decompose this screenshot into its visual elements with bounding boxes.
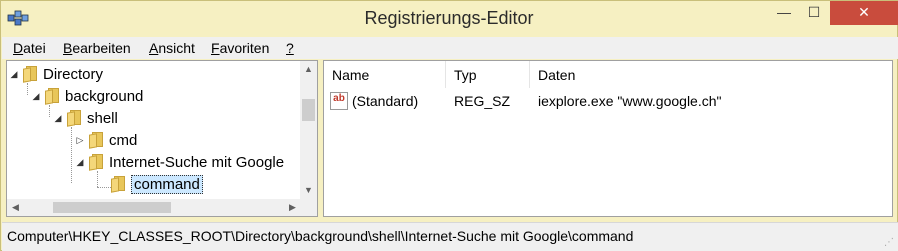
menu-label: earbeiten [72, 40, 131, 56]
tree-connector [97, 171, 98, 187]
close-button[interactable]: ✕ [830, 1, 898, 25]
collapse-arrow-icon[interactable]: ◢ [53, 113, 63, 124]
collapse-arrow-icon[interactable]: ◢ [9, 69, 19, 80]
tree-item-shell[interactable]: ◢ shell [53, 107, 118, 129]
menu-bearbeiten[interactable]: Bearbeiten [63, 40, 131, 56]
key-tree-pane[interactable]: ◢ Directory ◢ background ◢ shell ▷ cmd ◢… [6, 60, 318, 217]
title-bar[interactable]: Registrierungs-Editor — ☐ ✕ [1, 1, 898, 37]
status-path: Computer\HKEY_CLASSES_ROOT\Directory\bac… [7, 228, 634, 244]
tree-item-label: background [65, 87, 144, 105]
tree-item-label: command [131, 174, 203, 194]
folder-icon [111, 176, 125, 193]
menu-label: nsicht [158, 40, 195, 56]
menu-mnemonic: ? [286, 40, 294, 56]
tree-item-internet-suche[interactable]: ◢ Internet-Suche mit Google [75, 151, 284, 173]
menu-mnemonic: A [149, 40, 159, 56]
window-title: Registrierungs-Editor [364, 8, 534, 28]
scroll-left-icon[interactable]: ◀ [7, 199, 24, 216]
tree-horizontal-scrollbar[interactable]: ◀ ▶ [7, 199, 301, 216]
scroll-down-icon[interactable]: ▼ [300, 182, 317, 199]
tree-item-label: shell [87, 109, 118, 127]
maximize-button[interactable]: ☐ [799, 1, 829, 25]
tree-item-cmd[interactable]: ▷ cmd [75, 129, 137, 151]
scroll-thumb[interactable] [53, 202, 171, 213]
tree-item-label: cmd [109, 131, 138, 149]
tree-item-directory[interactable]: ◢ Directory [9, 63, 103, 85]
column-header-type[interactable]: Typ [446, 61, 530, 88]
scroll-thumb[interactable] [302, 99, 315, 121]
scroll-corner [300, 199, 317, 216]
scroll-right-icon[interactable]: ▶ [284, 199, 301, 216]
value-list-pane[interactable]: Name Typ Daten ab (Standard) REG_SZ iexp… [323, 60, 893, 217]
expand-arrow-icon[interactable]: ▷ [75, 135, 85, 146]
menu-label: atei [23, 40, 46, 56]
menu-datei[interactable]: Datei [13, 40, 46, 56]
menu-mnemonic: B [63, 40, 73, 56]
collapse-arrow-icon[interactable]: ◢ [75, 157, 85, 168]
string-value-icon: ab [330, 92, 348, 110]
tree-item-label: Internet-Suche mit Google [109, 153, 285, 171]
value-name[interactable]: (Standard) [352, 93, 418, 109]
tree-vertical-scrollbar[interactable]: ▲ ▼ [300, 61, 317, 199]
menu-label: avoriten [219, 40, 270, 56]
column-header-name[interactable]: Name [324, 61, 446, 88]
scroll-up-icon[interactable]: ▲ [300, 61, 317, 78]
menu-mnemonic: F [211, 40, 220, 56]
tree-item-background[interactable]: ◢ background [31, 85, 143, 107]
folder-icon [45, 88, 59, 105]
registry-editor-window: Registrierungs-Editor — ☐ ✕ Datei Bearbe… [0, 0, 898, 251]
tree-item-command[interactable]: command [111, 173, 203, 195]
menu-mnemonic: D [13, 40, 24, 56]
collapse-arrow-icon[interactable]: ◢ [31, 91, 41, 102]
tree-connector [71, 127, 72, 183]
menu-bar: Datei Bearbeiten Ansicht Favoriten ? [2, 37, 898, 59]
tree-item-label: Directory [43, 65, 104, 83]
folder-icon [23, 66, 37, 83]
tree-connector [97, 187, 111, 188]
column-header-data[interactable]: Daten [530, 61, 892, 88]
menu-ansicht[interactable]: Ansicht [149, 40, 195, 56]
menu-favoriten[interactable]: Favoriten [211, 40, 269, 56]
menu-help[interactable]: ? [286, 40, 294, 56]
minimize-button[interactable]: — [769, 1, 799, 25]
status-bar: Computer\HKEY_CLASSES_ROOT\Directory\bac… [2, 222, 898, 251]
folder-icon [67, 110, 81, 127]
folder-icon [89, 154, 103, 171]
folder-icon [89, 132, 103, 149]
resize-grip-icon[interactable]: ⋰ [884, 237, 894, 248]
value-data[interactable]: iexplore.exe "www.google.ch" [538, 93, 721, 109]
value-type[interactable]: REG_SZ [454, 93, 510, 109]
